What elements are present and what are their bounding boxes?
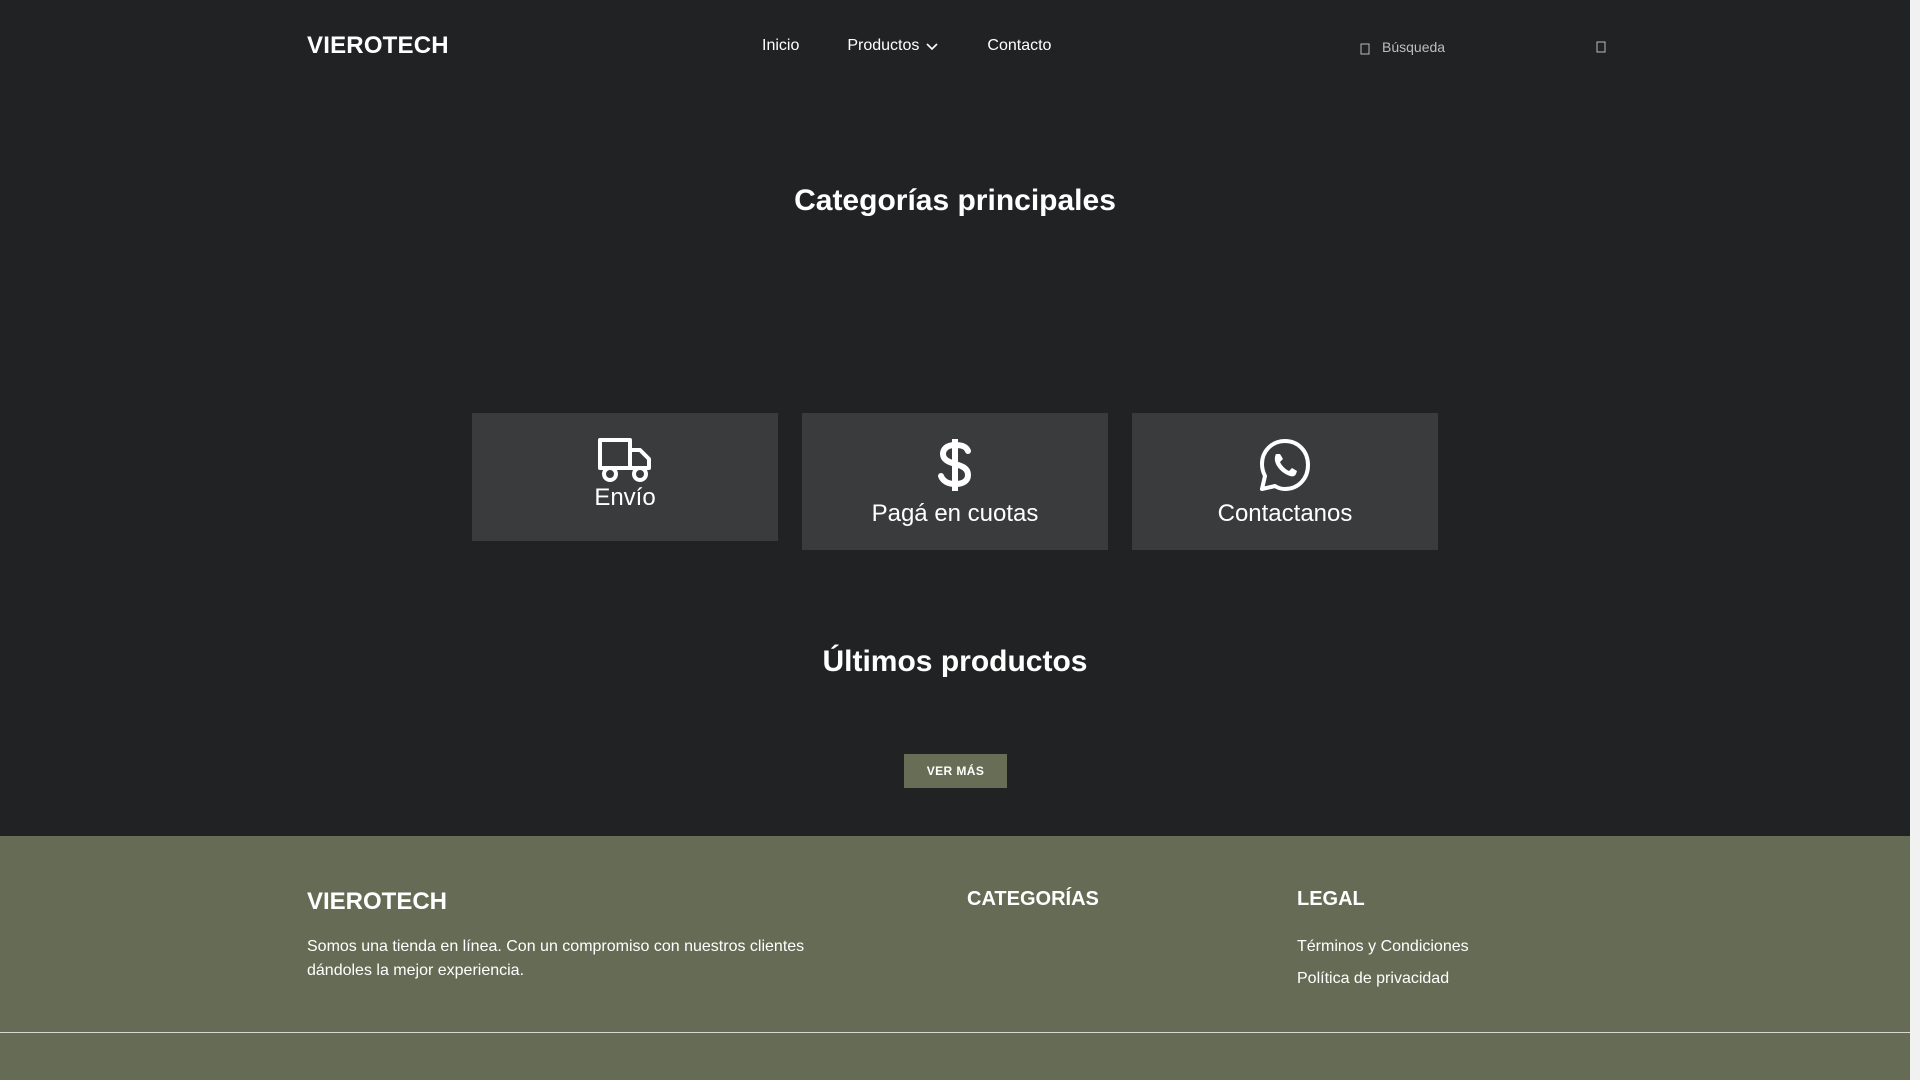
latest-products-title: Últimos productos: [822, 645, 1088, 678]
footer-divider: [0, 1032, 1910, 1033]
search-icon: [1360, 43, 1370, 55]
brand-logo[interactable]: VIEROTECH: [307, 32, 449, 60]
site-footer: VIEROTECH Somos una tienda en línea. Con…: [0, 836, 1910, 1080]
feature-label: Contactanos: [1217, 500, 1353, 527]
nav-item-productos-label: Productos: [847, 37, 920, 54]
footer-brand: VIEROTECH: [307, 888, 448, 915]
main-nav: Inicio Productos Contacto: [762, 37, 1051, 55]
feature-label: Envío: [594, 484, 656, 511]
chevron-down-icon: [926, 43, 938, 51]
see-more-button[interactable]: VER MÁS: [904, 754, 1007, 788]
categories-title: Categorías principales: [794, 184, 1116, 217]
whatsapp-icon: [1260, 439, 1310, 491]
nav-item-productos[interactable]: Productos: [847, 37, 939, 55]
scrollbar[interactable]: [1910, 0, 1920, 1080]
truck-icon: [598, 438, 651, 482]
privacy-link[interactable]: Política de privacidad: [1297, 968, 1469, 990]
dollar-icon: [938, 439, 972, 491]
nav-item-contacto[interactable]: Contacto: [987, 37, 1051, 55]
nav-item-inicio[interactable]: Inicio: [762, 37, 799, 55]
feature-cards: Envío Pagá en cuotas Contactanos: [472, 413, 1438, 553]
search-bar: [1360, 30, 1610, 64]
site-header: VIEROTECH Inicio Productos Contacto: [0, 0, 1910, 94]
terms-link[interactable]: Términos y Condiciones: [1297, 936, 1469, 958]
feature-card-installments[interactable]: Pagá en cuotas: [802, 413, 1108, 550]
feature-card-contact[interactable]: Contactanos: [1132, 413, 1438, 550]
search-submit-icon[interactable]: [1596, 41, 1606, 53]
footer-legal-links: Términos y Condiciones Política de priva…: [1297, 936, 1469, 1000]
page: VIEROTECH Inicio Productos Contacto Cate…: [0, 0, 1910, 1080]
footer-about-text: Somos una tienda en línea. Con un compro…: [307, 938, 805, 979]
footer-categories-title: CATEGORÍAS: [967, 888, 1099, 910]
feature-label: Pagá en cuotas: [871, 500, 1039, 527]
footer-legal-title: LEGAL: [1297, 888, 1365, 910]
feature-card-shipping[interactable]: Envío: [472, 413, 778, 541]
search-input[interactable]: [1382, 39, 1582, 55]
